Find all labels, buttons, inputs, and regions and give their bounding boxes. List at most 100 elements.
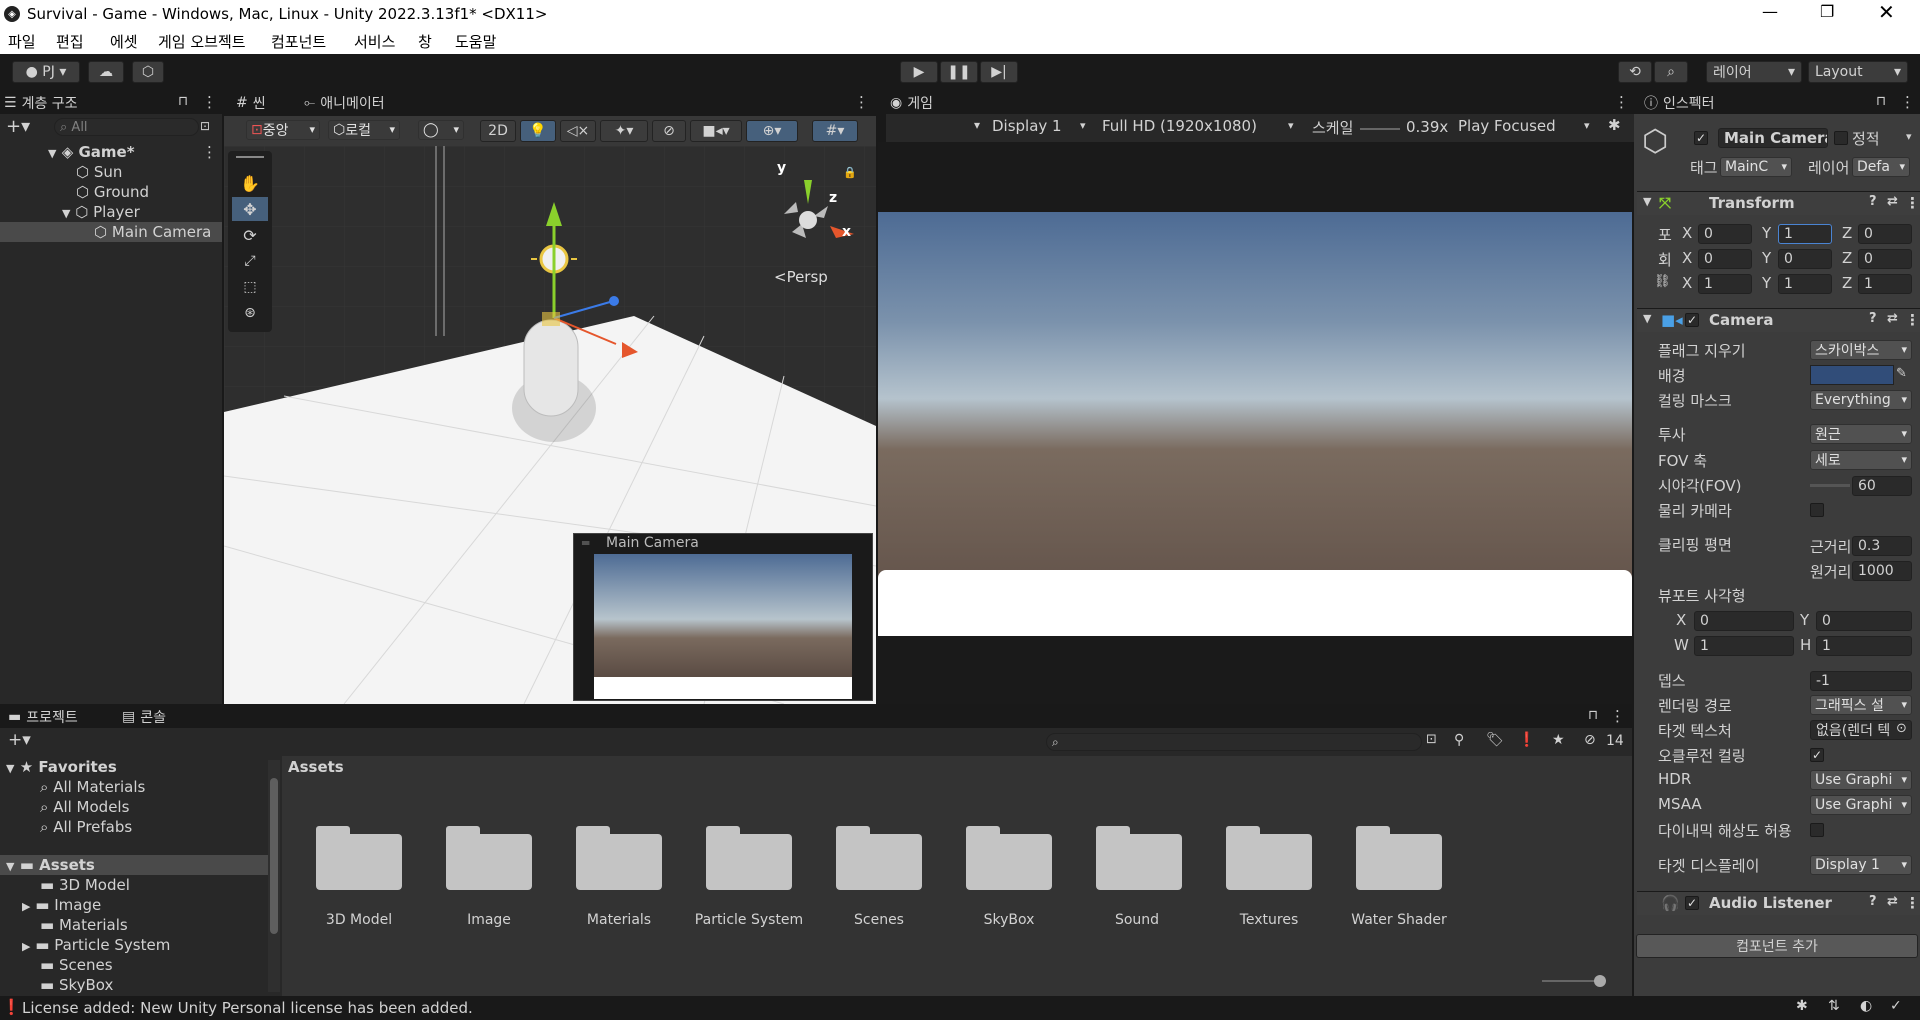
audio-listener-header[interactable]: 🎧 ✓ Audio Listener ? ⇄ ⋮ <box>1637 891 1920 915</box>
breadcrumb[interactable]: Assets <box>288 758 344 776</box>
tree-item-image[interactable]: ▶ ▬ Image <box>22 896 101 914</box>
static-checkbox[interactable] <box>1834 131 1848 145</box>
move-tool-icon[interactable]: ✥ <box>232 197 268 221</box>
filter-type-icon[interactable]: ⚲ <box>1454 732 1464 748</box>
fov-axis-dropdown[interactable]: 세로 <box>1810 450 1912 470</box>
viewport-y-field[interactable]: 0 <box>1816 611 1912 631</box>
icon-size-slider-thumb[interactable] <box>1594 975 1606 987</box>
scale-x-field[interactable]: 1 <box>1698 274 1752 294</box>
warning-icon[interactable]: ❗ <box>1518 732 1535 748</box>
scale-z-field[interactable]: 1 <box>1858 274 1912 294</box>
tab-animator[interactable]: ⟜ 애니메이터 <box>304 93 385 113</box>
folder-skybox[interactable] <box>966 826 1052 890</box>
grid-snap-dropdown[interactable]: #▾ <box>812 120 858 142</box>
tree-item-3d-model[interactable]: ▬ 3D Model <box>40 876 130 894</box>
progress-icon[interactable]: ✓ <box>1890 998 1902 1014</box>
tab-hierarchy[interactable]: ☰ 계층 구조 <box>4 93 78 113</box>
object-active-checkbox[interactable]: ✓ <box>1694 131 1708 145</box>
more-icon[interactable]: ⋮ <box>1900 93 1915 111</box>
debug-icon[interactable]: ✱ <box>1796 998 1808 1014</box>
scale-tool-icon[interactable]: ⤢ <box>232 249 268 273</box>
menu-help[interactable]: 도움말 <box>455 31 496 52</box>
physical-camera-checkbox[interactable] <box>1810 503 1824 517</box>
tree-item-scenes[interactable]: ▬ Scenes <box>40 956 113 974</box>
hierarchy-item-main-camera[interactable]: ⬡ Main Camera <box>94 223 211 241</box>
occlusion-culling-checkbox[interactable]: ✓ <box>1810 748 1824 762</box>
tab-inspector[interactable]: ⓘ 인스펙터 <box>1644 93 1715 113</box>
favorite-all-materials[interactable]: ⌕ All Materials <box>40 778 145 796</box>
help-icon[interactable]: ? <box>1869 894 1877 909</box>
add-component-button[interactable]: 컴포넌트 추가 <box>1636 934 1918 958</box>
pivot-dropdown[interactable]: ⊡ 중앙 <box>246 120 320 140</box>
tree-item-particle-system[interactable]: ▶ ▬ Particle System <box>22 936 170 954</box>
hidden-packages-icon[interactable]: ⊘ <box>1584 732 1596 748</box>
position-y-field[interactable]: 1 <box>1778 224 1832 244</box>
tab-project[interactable]: ▬ 프로젝트 <box>8 707 78 727</box>
camera-enabled-checkbox[interactable]: ✓ <box>1685 313 1699 327</box>
far-field[interactable]: 1000 <box>1852 561 1912 581</box>
folder-textures[interactable] <box>1226 826 1312 890</box>
menu-gameobject[interactable]: 게임 오브젝트 <box>158 31 246 52</box>
folder-materials[interactable] <box>576 826 662 890</box>
search-button[interactable]: ⌕ <box>1654 61 1688 83</box>
near-field[interactable]: 0.3 <box>1852 536 1912 556</box>
star-icon[interactable]: ★ <box>1552 732 1565 748</box>
folder-water-shader[interactable] <box>1356 826 1442 890</box>
tag-dropdown[interactable]: MainC <box>1720 157 1792 177</box>
help-icon[interactable]: ? <box>1869 311 1877 326</box>
favorites-root[interactable]: ▼ ★ Favorites <box>6 758 117 776</box>
scale-link-icon[interactable]: ⛓ <box>1654 274 1671 289</box>
scene-more-icon[interactable]: ⋮ <box>202 143 217 161</box>
transform-header[interactable]: ▼ ⤧ Transform ? ⇄ ⋮ <box>1637 191 1920 215</box>
tree-item-skybox[interactable]: ▬ SkyBox <box>40 976 113 994</box>
help-icon[interactable]: ? <box>1869 194 1877 209</box>
preset-icon[interactable]: ⇄ <box>1887 894 1898 909</box>
step-button[interactable]: ▶| <box>980 61 1018 83</box>
viewport-w-field[interactable]: 1 <box>1694 636 1794 656</box>
viewport-x-field[interactable]: 0 <box>1694 611 1794 631</box>
gizmo-lock-icon[interactable]: 🔒 <box>843 166 857 179</box>
icon-size-slider[interactable] <box>1542 980 1602 982</box>
object-name-field[interactable]: Main Camera <box>1718 128 1828 148</box>
collab-button[interactable]: ⬡ <box>132 61 164 83</box>
target-display-dropdown[interactable]: Display 1 <box>1810 855 1912 875</box>
tab-console[interactable]: ▤ 콘솔 <box>122 707 166 727</box>
search-filter-icon[interactable]: ⊡ <box>200 119 210 133</box>
hierarchy-item-ground[interactable]: ⬡ Ground <box>76 183 149 201</box>
folder-scenes[interactable] <box>836 826 922 890</box>
fov-slider[interactable] <box>1810 484 1850 487</box>
background-color-swatch[interactable] <box>1810 365 1894 385</box>
tree-scroll-thumb[interactable] <box>270 778 278 934</box>
hierarchy-item-sun[interactable]: ⬡ Sun <box>76 163 122 181</box>
object-picker-icon[interactable]: ⊙ <box>1896 721 1907 736</box>
position-z-field[interactable]: 0 <box>1858 224 1912 244</box>
layer-dropdown[interactable]: Defa <box>1852 157 1910 177</box>
hierarchy-item-player[interactable]: ▼ ⬡ Player <box>62 203 140 221</box>
folder-sound[interactable] <box>1096 826 1182 890</box>
restore-icon[interactable]: ❐ <box>1820 2 1834 21</box>
rotation-z-field[interactable]: 0 <box>1858 249 1912 269</box>
draw-mode-dropdown[interactable]: ◯ <box>418 120 464 140</box>
rect-tool-icon[interactable]: ⬚ <box>232 275 268 299</box>
layout-dropdown[interactable]: Layout ▾ <box>1808 61 1908 83</box>
lighting-toggle[interactable]: 💡 <box>520 120 556 142</box>
rendering-path-dropdown[interactable]: 그래픽스 설 <box>1810 695 1912 715</box>
play-mode-dropdown[interactable]: Play Focused ▾ <box>1458 117 1598 135</box>
folder-3d-model[interactable] <box>316 826 402 890</box>
scale-slider[interactable] <box>1360 128 1400 130</box>
component-more-icon[interactable]: ⋮ <box>1905 311 1920 329</box>
component-more-icon[interactable]: ⋮ <box>1905 894 1920 912</box>
more-icon[interactable]: ⋮ <box>1610 707 1625 725</box>
network-icon[interactable]: ⇅ <box>1828 998 1840 1014</box>
favorite-all-prefabs[interactable]: ⌕ All Prefabs <box>40 818 132 836</box>
audio-listener-checkbox[interactable]: ✓ <box>1685 896 1699 910</box>
hierarchy-search-input[interactable]: ⌕ All <box>54 118 199 136</box>
project-search-input[interactable]: ⌕ <box>1046 733 1422 751</box>
history-button[interactable]: ⟲ <box>1618 61 1652 83</box>
more-icon[interactable]: ⋮ <box>202 93 217 111</box>
menu-assets[interactable]: 에셋 <box>110 31 138 52</box>
add-icon[interactable]: +▾ <box>8 730 31 750</box>
lock-icon[interactable]: ⊓ <box>1876 94 1886 109</box>
hidden-toggle[interactable]: ⊘ <box>652 120 686 142</box>
hdr-dropdown[interactable]: Use Graphi <box>1810 770 1912 790</box>
